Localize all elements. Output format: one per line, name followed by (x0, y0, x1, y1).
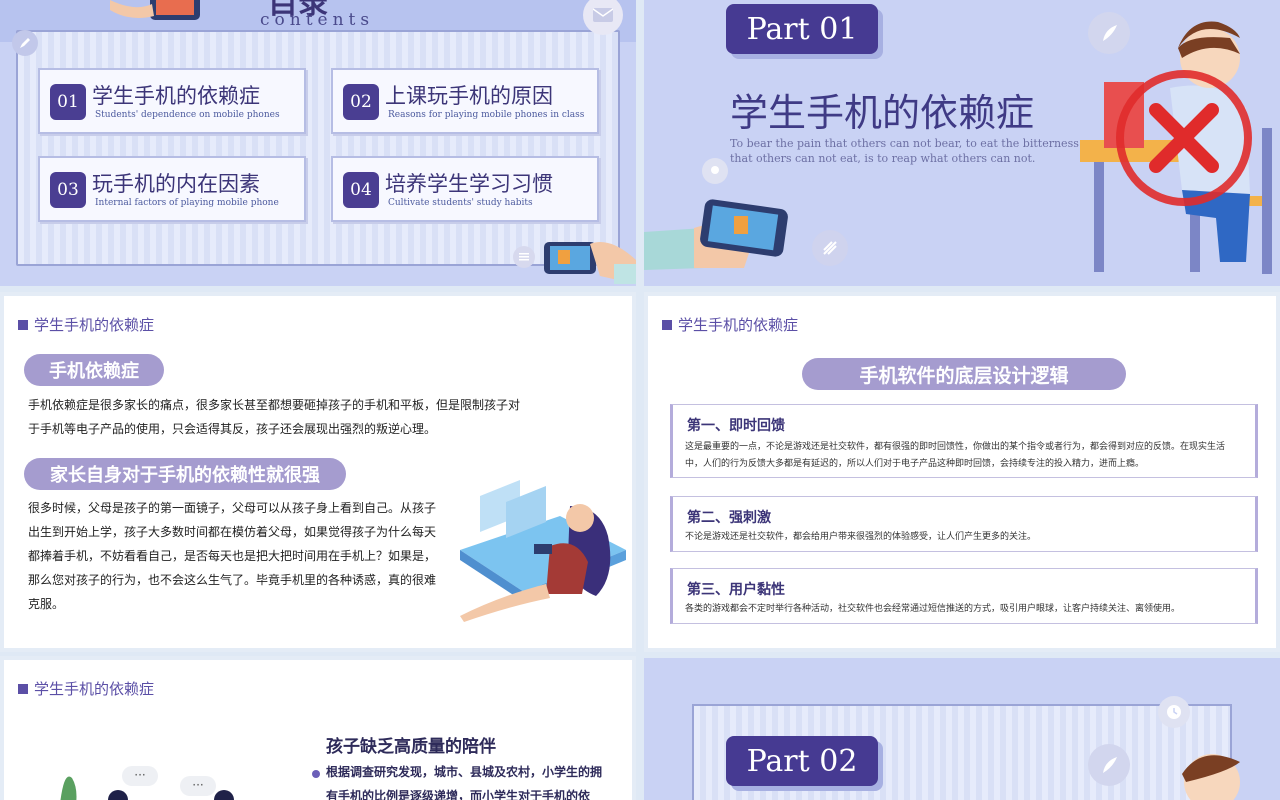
section-header: 学生手机的依赖症 (662, 314, 798, 335)
contents-subtitle: contents (260, 10, 375, 30)
clock-icon[interactable] (1158, 696, 1190, 728)
toc-number: 02 (343, 84, 379, 120)
heading-pill: 手机软件的底层设计逻辑 (802, 358, 1126, 390)
card-text: 各类的游戏都会不定时举行各种活动，社交软件也会经常通过短信推送的方式，吸引用户眼… (685, 604, 1181, 614)
student-illustration (1182, 754, 1240, 800)
card-title: 第一、即时回馈 (687, 418, 785, 434)
phone-illustration (544, 242, 636, 284)
toc-item-02[interactable]: 02 上课玩手机的原因 Reasons for playing mobile p… (331, 68, 599, 134)
toc-title: 培养学生学习习惯 (385, 172, 553, 196)
slide-part-01[interactable]: Part 01 学生手机的依赖症 To bear the pain that o… (644, 0, 1280, 286)
section-marker (18, 320, 28, 330)
card-title: 第二、强刺激 (687, 510, 771, 526)
people-illustration (60, 776, 234, 800)
student-illustration (1080, 21, 1272, 274)
toc-item-03[interactable]: 03 玩手机的内在因素 Internal factors of playing … (38, 156, 306, 222)
pen-icon[interactable] (12, 30, 38, 56)
toc-item-01[interactable]: 01 学生手机的依赖症 Students' dependence on mobi… (38, 68, 306, 134)
toc-subtitle: Students' dependence on mobile phones (95, 110, 280, 120)
chat-icon[interactable] (513, 246, 535, 268)
card-text: 这是最重要的一点，不论是游戏还是社交软件，都有很强的即时回馈性，你做出的某个指令… (685, 442, 1226, 469)
toc-title: 上课玩手机的原因 (385, 84, 553, 108)
bullet-text: 根据调查研究发现，城市、县城及农村，小学生的拥 有手机的比例是逐级递增，而小学生… (326, 765, 603, 800)
wifi-icon[interactable] (812, 230, 848, 266)
toc-item-04[interactable]: 04 培养学生学习习惯 Cultivate students' study ha… (331, 156, 599, 222)
slide-title: 孩子缺乏高质量的陪伴 (326, 737, 496, 757)
pin-icon[interactable] (702, 158, 728, 184)
heading-pill: 家长自身对于手机的依赖性就很强 (24, 458, 346, 490)
toc-subtitle: Reasons for playing mobile phones in cla… (388, 110, 585, 120)
info-card: 第一、即时回馈 这是最重要的一点，不论是游戏还是社交软件，都有很强的即时回馈性，… (670, 404, 1258, 478)
part-title: 学生手机的依赖症 (730, 91, 1035, 135)
slide-companionship[interactable]: 学生手机的依赖症 孩子缺乏高质量的陪伴 根据调查研究发现，城市、县城及农村，小学… (0, 656, 636, 800)
section-header: 学生手机的依赖症 (18, 678, 154, 699)
bullet-dot (312, 770, 320, 778)
info-card: 第三、用户黏性 各类的游戏都会不定时举行各种活动，社交软件也会经常通过短信推送的… (670, 568, 1258, 624)
part-description: To bear the pain that others can not bea… (730, 137, 1079, 165)
toc-subtitle: Internal factors of playing mobile phone (95, 198, 279, 208)
toc-number: 03 (50, 172, 86, 208)
toc-title: 学生手机的依赖症 (92, 84, 260, 108)
section-header: 学生手机的依赖症 (18, 314, 154, 335)
phone-illustration (644, 199, 788, 270)
part-badge: Part 01 (726, 4, 878, 54)
part-badge: Part 02 (726, 736, 878, 786)
card-text: 不论是游戏还是社交软件，都会给用户带来很强烈的体验感受，让人们产生更多的关注。 (685, 532, 1037, 542)
feather-icon[interactable] (1088, 744, 1130, 786)
card-title: 第三、用户黏性 (687, 582, 785, 598)
toc-subtitle: Cultivate students' study habits (388, 198, 533, 208)
slide-contents[interactable]: 目录 contents 01 学生手机的依赖症 Students' depend… (0, 0, 636, 286)
toc-title: 玩手机的内在因素 (92, 172, 260, 196)
phone-illustration (110, 0, 200, 20)
heading-pill: 手机依赖症 (24, 354, 164, 386)
section-marker (18, 684, 28, 694)
slide-dependence-detail[interactable]: 学生手机的依赖症 手机依赖症 手机依赖症是很多家长的痛点，很多家长甚至都想要砸掉… (0, 292, 636, 652)
info-card: 第二、强刺激 不论是游戏还是社交软件，都会给用户带来很强烈的体验感受，让人们产生… (670, 496, 1258, 552)
paragraph: 手机依赖症是很多家长的痛点，很多家长甚至都想要砸掉孩子的手机和平板，但是限制孩子… (28, 398, 521, 436)
toc-number: 01 (50, 84, 86, 120)
section-marker (662, 320, 672, 330)
paragraph: 很多时候，父母是孩子的第一面镜子，父母可以从孩子身上看到自己。从孩子 出生到开始… (28, 501, 437, 611)
toc-number: 04 (343, 172, 379, 208)
slide-part-02[interactable]: Part 02 (644, 658, 1280, 800)
girl-illustration (460, 480, 626, 622)
slide-design-logic[interactable]: 学生手机的依赖症 手机软件的底层设计逻辑 第一、即时回馈 这是最重要的一点，不论… (644, 292, 1280, 652)
contents-panel (16, 30, 620, 266)
